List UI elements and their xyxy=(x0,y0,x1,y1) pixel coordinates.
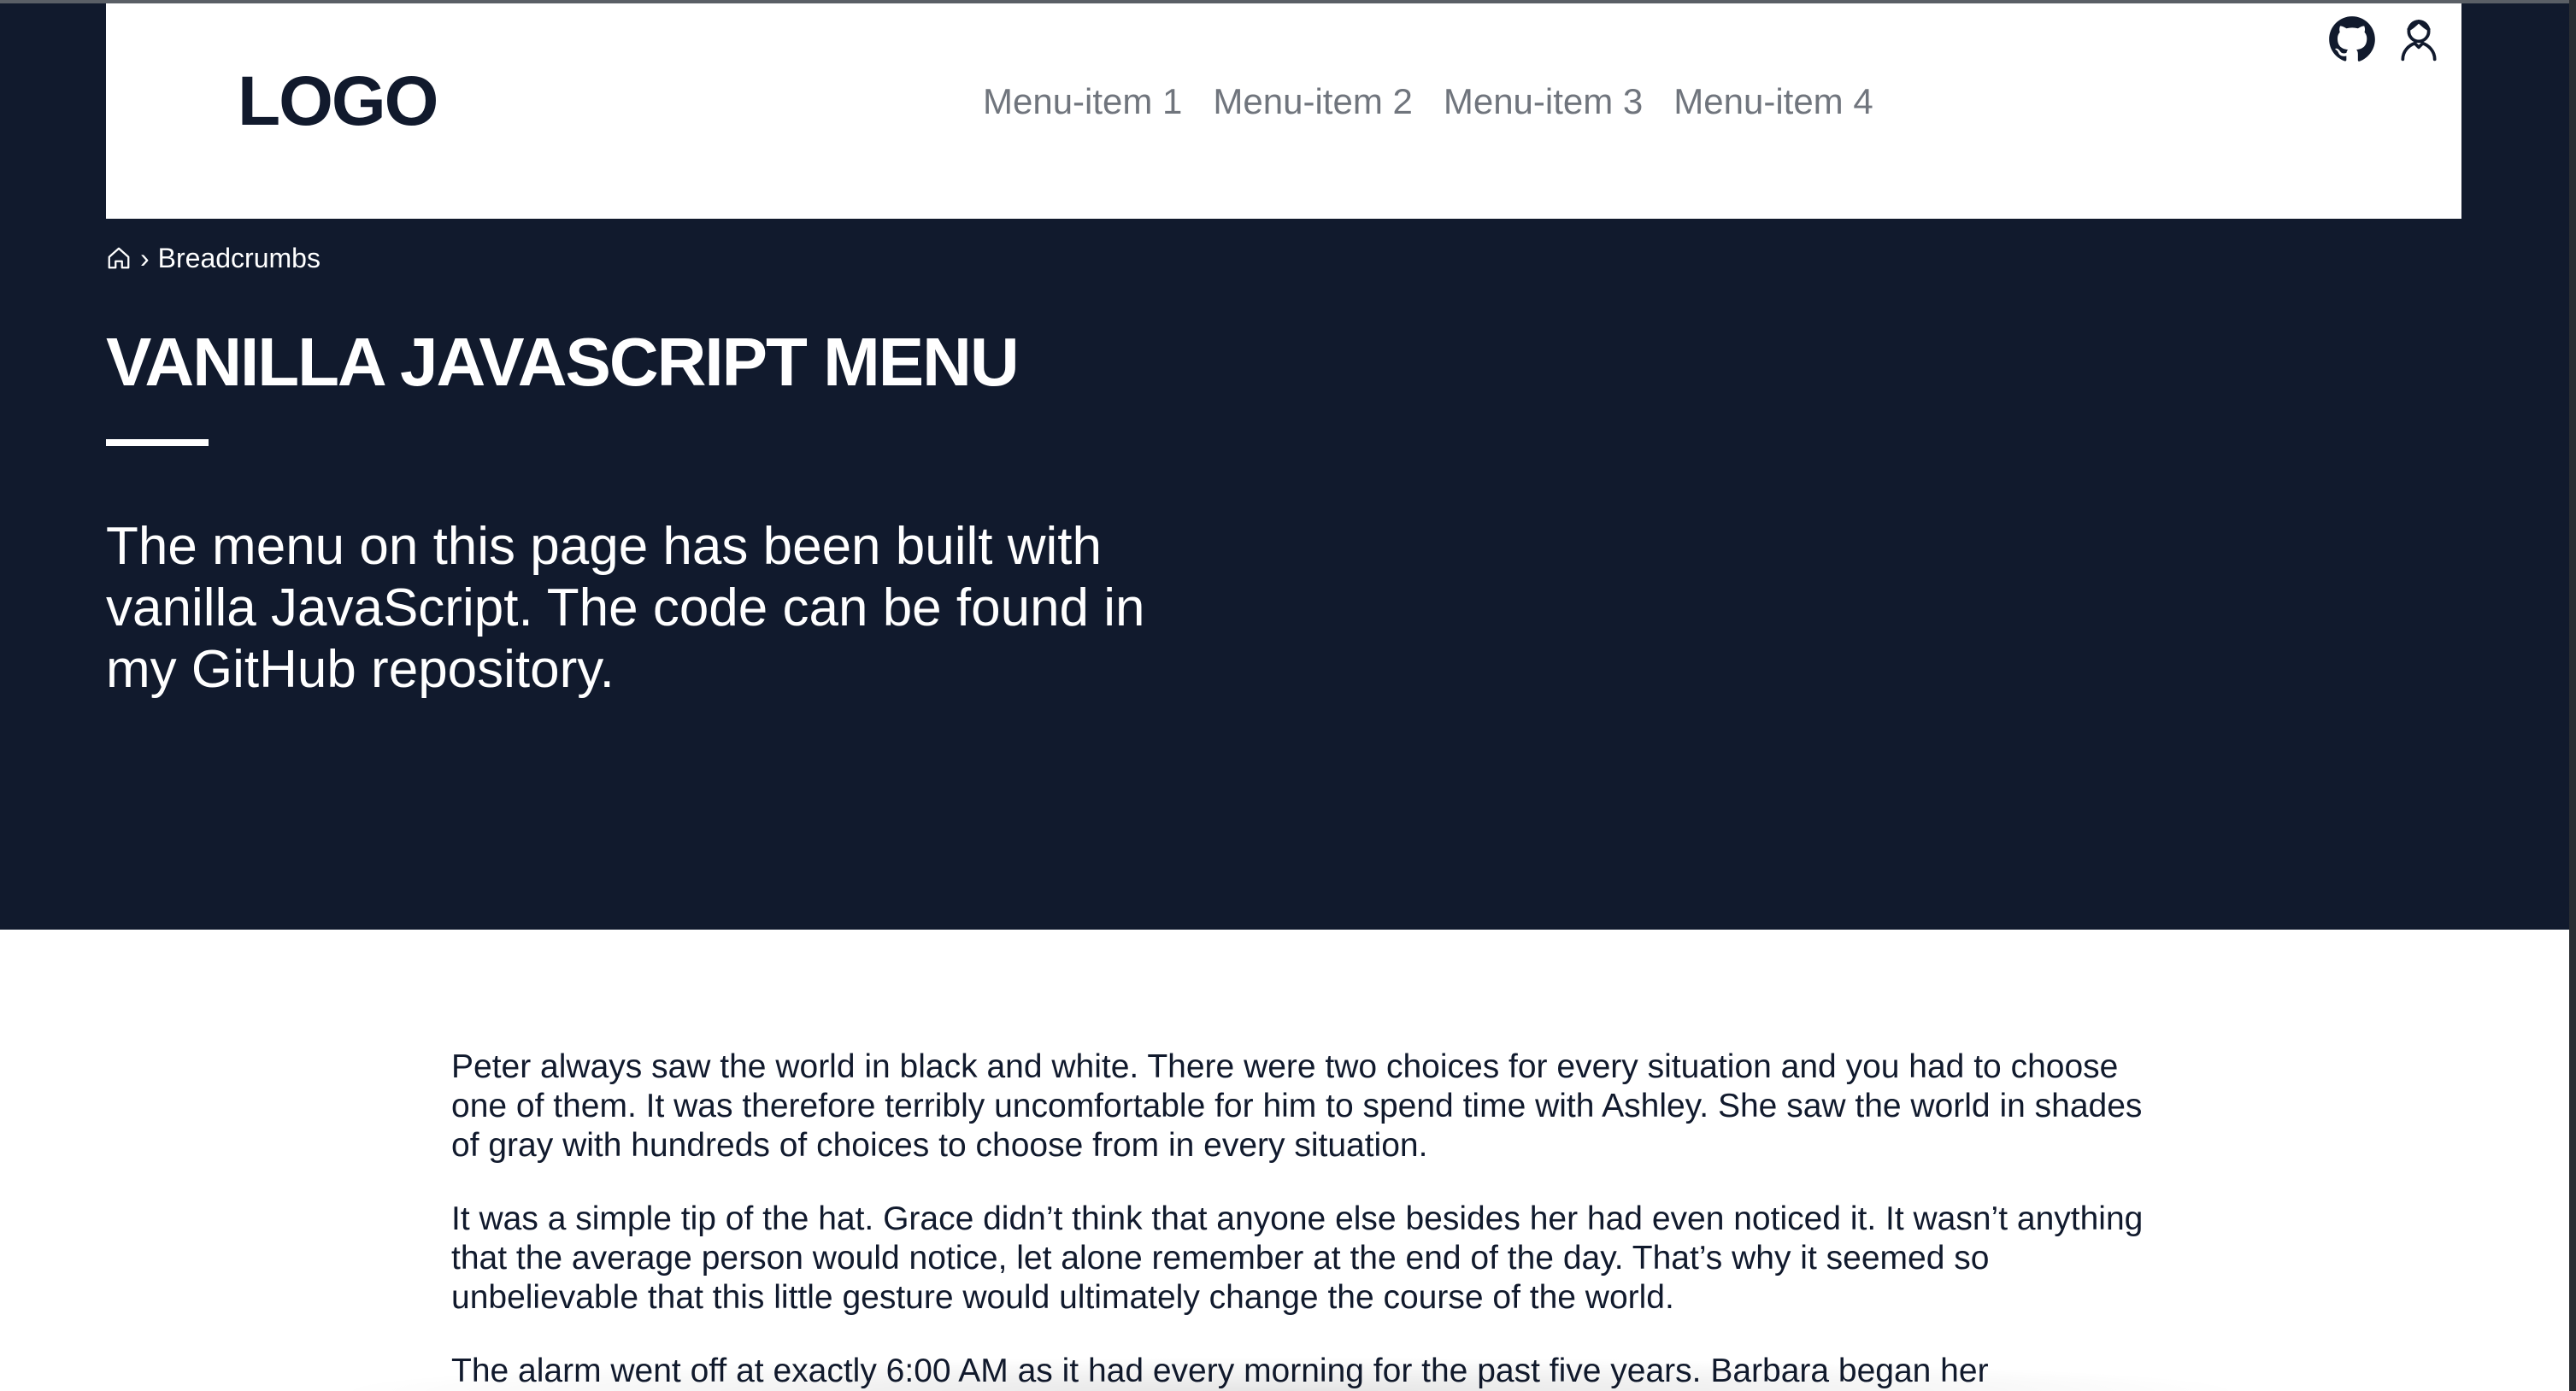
page: LOGO Menu-item 1 Menu-item 2 Menu-item 3… xyxy=(0,0,2576,1391)
nav-item-4[interactable]: Menu-item 4 xyxy=(1673,84,1873,120)
home-icon[interactable] xyxy=(106,244,132,272)
breadcrumb-current[interactable]: Breadcrumbs xyxy=(158,244,321,272)
window-right-border xyxy=(2569,0,2576,1391)
github-icon[interactable] xyxy=(2328,15,2376,63)
site-header: LOGO Menu-item 1 Menu-item 2 Menu-item 3… xyxy=(106,3,2461,219)
nav-item-3[interactable]: Menu-item 3 xyxy=(1444,84,1643,120)
article-paragraph: Peter always saw the world in black and … xyxy=(451,1048,2143,1164)
article-content: Peter always saw the world in black and … xyxy=(451,1048,2161,1391)
user-icon[interactable] xyxy=(2395,15,2443,63)
article-paragraph: The alarm went off at exactly 6:00 AM as… xyxy=(451,1353,1989,1389)
nav-item-2[interactable]: Menu-item 2 xyxy=(1213,84,1412,120)
article-paragraph: It was a simple tip of the hat. Grace di… xyxy=(451,1200,2144,1316)
breadcrumb: › Breadcrumbs xyxy=(106,244,321,272)
page-title: VANILLA JAVASCRIPT MENU xyxy=(106,324,1020,400)
hero-lead-text: The menu on this page has been built wit… xyxy=(106,517,1145,699)
logo[interactable]: LOGO xyxy=(238,67,438,137)
main-nav: Menu-item 1 Menu-item 2 Menu-item 3 Menu… xyxy=(983,84,1873,120)
nav-item-1[interactable]: Menu-item 1 xyxy=(983,84,1182,120)
title-underline xyxy=(106,439,209,446)
breadcrumb-separator: › xyxy=(140,243,150,273)
